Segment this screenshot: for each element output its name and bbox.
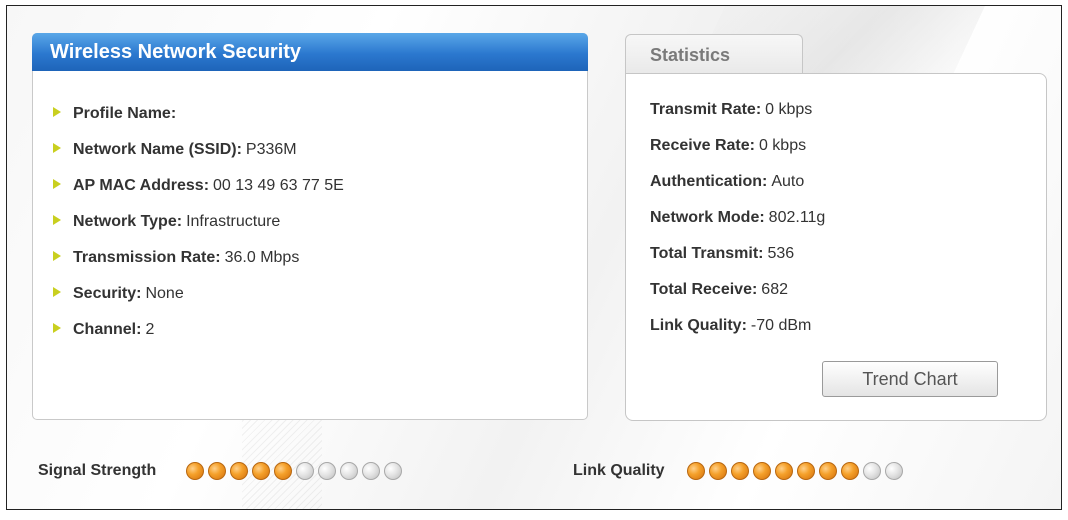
level-dot-on-icon [730, 462, 749, 480]
level-dot-off-icon [862, 462, 881, 480]
info-value: P336M [245, 141, 297, 158]
signal-strength-dots [186, 462, 403, 480]
level-dot-off-icon [296, 462, 315, 480]
link-quality-indicator: Link Quality [573, 460, 903, 482]
stat-label: Network Mode: [650, 209, 765, 226]
arrow-bullet-icon [53, 142, 61, 153]
level-dot-on-icon [708, 462, 727, 480]
stat-row-authentication: Authentication: Auto [650, 164, 825, 200]
level-dot-on-icon [686, 462, 705, 480]
info-row-profile-name: Profile Name: [53, 96, 344, 132]
info-value: Infrastructure [186, 213, 281, 230]
stat-row-total-transmit: Total Transmit: 536 [650, 236, 825, 272]
level-dot-on-icon [186, 462, 205, 480]
level-dot-on-icon [818, 462, 837, 480]
stat-value: 536 [767, 245, 795, 262]
info-row-channel: Channel: 2 [53, 312, 344, 348]
stat-label: Authentication: [650, 173, 768, 190]
stat-value: -70 dBm [750, 317, 812, 334]
info-value: 36.0 Mbps [224, 249, 300, 266]
info-value: 2 [145, 321, 155, 338]
signal-strength-indicator: Signal Strength [38, 460, 403, 482]
stat-label: Transmit Rate: [650, 101, 762, 118]
security-panel-title: Wireless Network Security [32, 33, 588, 71]
info-value: 00 13 49 63 77 5E [213, 177, 344, 194]
info-label: Network Name (SSID): [73, 141, 242, 158]
trend-chart-button[interactable]: Trend Chart [822, 361, 998, 397]
info-row-security: Security: None [53, 276, 344, 312]
info-label: Transmission Rate: [73, 249, 221, 266]
stat-row-receive-rate: Receive Rate: 0 kbps [650, 128, 825, 164]
arrow-bullet-icon [53, 106, 61, 117]
tab-statistics[interactable]: Statistics [625, 34, 803, 74]
level-dot-on-icon [208, 462, 227, 480]
arrow-bullet-icon [53, 286, 61, 297]
level-dot-on-icon [274, 462, 293, 480]
stat-row-total-receive: Total Receive: 682 [650, 272, 825, 308]
stat-label: Total Transmit: [650, 245, 764, 262]
statistics-panel: Transmit Rate: 0 kbps Receive Rate: 0 kbps… [625, 73, 1047, 421]
level-dot-on-icon [252, 462, 271, 480]
arrow-bullet-icon [53, 322, 61, 333]
stat-label: Receive Rate: [650, 137, 755, 154]
stat-label: Total Receive: [650, 281, 758, 298]
info-row-ap-mac: AP MAC Address: 00 13 49 63 77 5E [53, 168, 344, 204]
info-label: Profile Name: [73, 105, 177, 122]
info-label: Channel: [73, 321, 142, 338]
info-row-transmission-rate: Transmission Rate: 36.0 Mbps [53, 240, 344, 276]
info-row-network-name: Network Name (SSID): P336M [53, 132, 344, 168]
link-quality-label: Link Quality [573, 462, 665, 479]
security-info-list: Profile Name: Network Name (SSID): P336M … [53, 96, 344, 348]
info-label: Network Type: [73, 213, 183, 230]
stat-value: 0 kbps [765, 101, 813, 118]
stat-value: 682 [761, 281, 788, 298]
stat-row-transmit-rate: Transmit Rate: 0 kbps [650, 92, 825, 128]
level-dot-on-icon [774, 462, 793, 480]
level-dot-on-icon [230, 462, 249, 480]
level-dot-on-icon [796, 462, 815, 480]
info-label: AP MAC Address: [73, 177, 210, 194]
info-label: Security: [73, 285, 142, 302]
level-dot-off-icon [384, 462, 403, 480]
arrow-bullet-icon [53, 250, 61, 261]
level-dot-off-icon [884, 462, 903, 480]
signal-strength-label: Signal Strength [38, 462, 157, 479]
level-dot-on-icon [752, 462, 771, 480]
stat-row-network-mode: Network Mode: 802.11g [650, 200, 825, 236]
level-dot-off-icon [362, 462, 381, 480]
stat-label: Link Quality: [650, 317, 747, 334]
info-row-network-type: Network Type: Infrastructure [53, 204, 344, 240]
stat-value: 802.11g [768, 209, 826, 226]
level-dot-on-icon [840, 462, 859, 480]
wireless-network-security-panel: Wireless Network Security Profile Name: … [32, 33, 588, 420]
level-dot-off-icon [318, 462, 337, 480]
statistics-list: Transmit Rate: 0 kbps Receive Rate: 0 kbps… [650, 92, 825, 344]
arrow-bullet-icon [53, 178, 61, 189]
arrow-bullet-icon [53, 214, 61, 225]
stat-value: Auto [771, 173, 805, 190]
level-dot-off-icon [340, 462, 359, 480]
stat-value: 0 kbps [758, 137, 807, 154]
link-quality-dots [686, 462, 903, 480]
info-value: None [145, 285, 184, 302]
stat-row-link-quality: Link Quality: -70 dBm [650, 308, 825, 344]
